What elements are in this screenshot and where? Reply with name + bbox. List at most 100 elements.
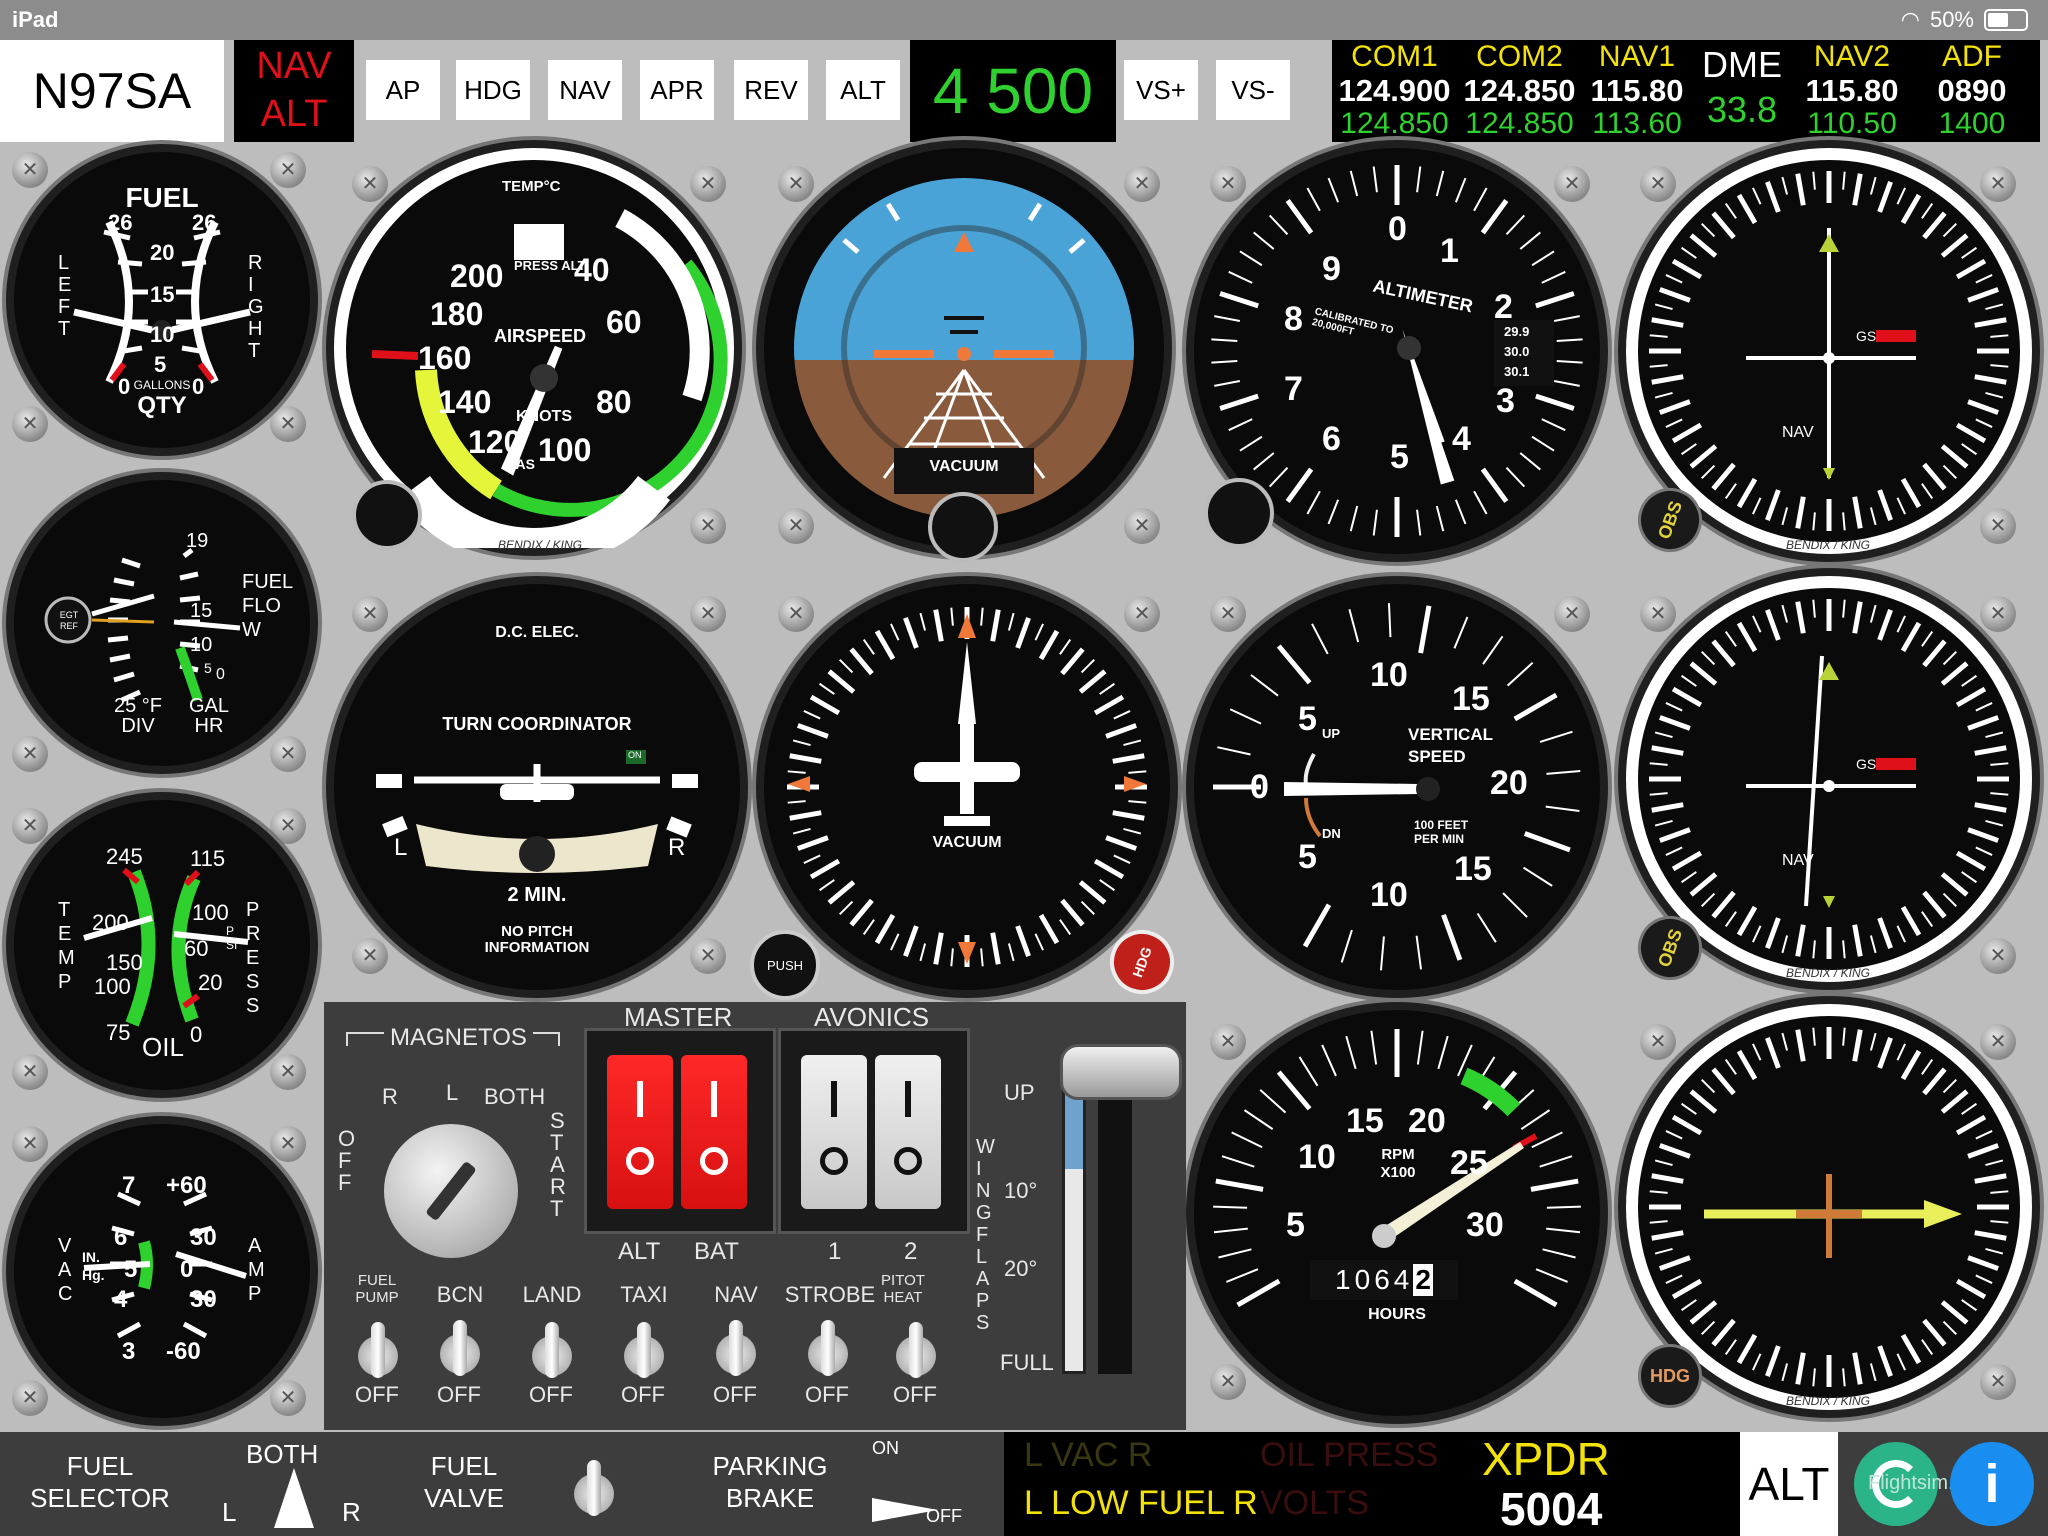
nav1-gs-label: GS [1856,328,1877,344]
land-label: LAND [522,1282,582,1307]
com2-radio[interactable]: COM2 124.850 124.850 [1457,40,1582,142]
ff-tick-19: 19 [186,530,209,552]
nav-light-toggle[interactable] [716,1318,756,1376]
flaps-full-label: FULL [1000,1350,1054,1375]
airspeed-tick-180: 180 [430,296,484,332]
autopilot-status: NAV ALT [234,40,354,142]
magneto-key-switch[interactable] [384,1124,518,1258]
turn-coord-no-pitch: NO PITCH INFORMATION [484,923,590,956]
fuel-selector-handle[interactable] [274,1468,314,1528]
nav-button[interactable]: NAV [548,60,622,120]
com1-radio[interactable]: COM1 124.900 124.850 [1332,40,1457,142]
pitot-heat-toggle[interactable] [896,1320,936,1378]
nav2-brand: BENDIX / KING [1786,966,1871,980]
airspeed-tick-200: 200 [450,258,504,294]
avionics-switch-group [778,1028,970,1234]
vacuum-ammeter-gauge: 7 6 5 4 3 +60 30 0 30 -60 VAC AMP IN. Hg… [14,1124,310,1418]
tach-tick-25: 25 [1450,1144,1488,1182]
adf-hdg-knob[interactable]: HDG [1638,1344,1702,1408]
fuel-gauge-sub: QTY [137,392,187,419]
bcn-toggle[interactable] [440,1318,480,1376]
heading-face [787,607,1147,967]
parking-brake-label: PARKING BRAKE [712,1451,828,1513]
xpdr-mode[interactable]: ALT [1740,1432,1838,1536]
parking-brake-handle[interactable] [872,1498,938,1522]
vac-label: VAC [58,1235,73,1305]
flaps-slot [1098,1076,1132,1374]
altimeter-kollsman-knob[interactable] [1204,478,1274,548]
hdg-button[interactable]: HDG [456,60,530,120]
avionics-1-switch[interactable] [801,1055,867,1209]
nav1-nav-label: NAV [1782,424,1814,441]
airspeed-tas-knob[interactable] [352,480,422,550]
apr-button[interactable]: APR [640,60,714,120]
info-icon[interactable]: i [1950,1442,2034,1526]
oil-press-tick-20: 20 [198,970,223,995]
master-switch-group [584,1028,776,1234]
strobe-toggle[interactable] [808,1318,848,1376]
oil-press-annunciator: OIL PRESS [1260,1436,1439,1474]
com1-standby: 124.850 [1340,107,1449,140]
fuel-valve-toggle[interactable] [574,1458,614,1516]
fuel-right-label: RIGHT [248,252,264,362]
fuel-tick-26-left: 26 [108,210,133,235]
switch-panel: MAGNETOS OFF R L BOTH START MASTER ALT B… [324,1002,1186,1430]
rev-button[interactable]: REV [734,60,808,120]
ap-button[interactable]: AP [366,60,440,120]
taxi-state: OFF [621,1382,665,1407]
taxi-toggle[interactable] [624,1320,664,1378]
altitude-select-display[interactable]: 4 500 [910,40,1116,142]
status-right: ◠ 50% [1901,7,2028,33]
heading-push-knob[interactable]: PUSH [750,930,820,1000]
fuel-pump-toggle[interactable] [358,1320,398,1378]
alt-button[interactable]: ALT [826,60,900,120]
alt-master-switch[interactable] [607,1055,673,1209]
vac-tick-5: 5 [124,1256,138,1283]
nav-light-label: NAV [714,1282,758,1307]
nav1-radio[interactable]: NAV1 115.80 113.60 [1582,40,1692,142]
status-bar: iPad ◠ 50% [0,0,2048,40]
nav2-nav-label: NAV [1782,852,1814,869]
adf-radio[interactable]: ADF 0890 1400 [1912,40,2032,142]
dme-display: DME 33.8 [1692,40,1792,142]
fuel-pump-state: OFF [355,1382,399,1407]
hour-digit: 0 [1354,1264,1371,1295]
bat-master-switch[interactable] [681,1055,747,1209]
airspeed-tick-120: 120 [468,424,522,460]
airspeed-tick-160: 160 [418,340,472,376]
airspeed-tick-100: 100 [538,432,592,468]
fuel-gauge-title: FUEL [125,182,199,213]
altimeter-tick-6: 6 [1322,420,1341,458]
flaps-lever[interactable] [1060,1044,1182,1100]
vs-down-button[interactable]: VS- [1216,60,1290,120]
oil-press-tick-115: 115 [190,846,226,871]
adf-active: 0890 [1937,73,2007,108]
com2-label: COM2 [1476,40,1563,73]
adf-standby: 1400 [1938,107,2006,140]
oil-press-tick-0: 0 [190,1022,203,1047]
tach-unit: RPM X100 [1380,1146,1416,1181]
fuel-selector-both: BOTH [246,1439,319,1469]
vsi-tick-15-up: 15 [1452,680,1490,718]
kollsman-29-9: 29.9 [1504,324,1530,339]
fuel-flow-gal-hr-label: GAL HR [188,695,230,737]
ap-status-vertical: ALT [260,93,328,135]
avionics-2-switch[interactable] [875,1055,941,1209]
egt-div-label: 25 °F DIV [113,695,163,737]
vsi-tick-5-down: 5 [1298,838,1317,876]
vertical-speed-indicator: 10 15 20 15 10 5 5 0 UP DN VERTICAL SPEE… [1194,584,1600,990]
vsi-tick-10-down: 10 [1370,876,1408,914]
oil-press-tick-100: 100 [192,900,229,925]
land-toggle[interactable] [532,1320,572,1378]
vs-up-button[interactable]: VS+ [1124,60,1198,120]
attitude-adjust-knob[interactable] [928,492,998,562]
com2-standby: 124.850 [1465,107,1574,140]
pitot-heat-label: PITOT HEAT [881,1272,925,1306]
oil-press-label: PRESS [246,899,261,1017]
nav2-radio[interactable]: NAV2 115.80 110.50 [1792,40,1912,142]
flaps-indicator [1062,1076,1086,1374]
fuel-tick-15: 15 [150,282,175,307]
volts-annunciator: VOLTS [1260,1484,1369,1522]
turn-coord-dc-elec: D.C. ELEC. [495,624,579,641]
xpdr-code[interactable]: 5004 [1500,1482,1602,1536]
